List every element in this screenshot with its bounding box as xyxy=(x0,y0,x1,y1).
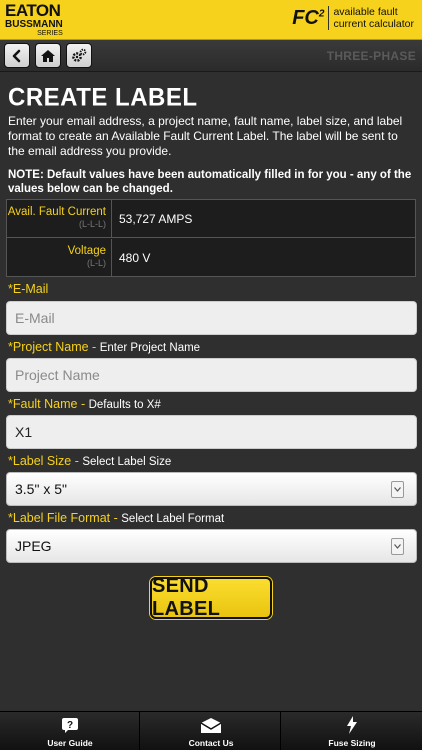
label-format-label-text: *Label File Format - xyxy=(8,511,118,525)
info-label-sub: (L-L) xyxy=(86,258,106,268)
project-name-hint: Enter Project Name xyxy=(99,342,201,354)
info-label-text: Voltage xyxy=(67,245,106,257)
settings-button[interactable] xyxy=(66,43,92,68)
app-mark: FC2 xyxy=(292,7,325,29)
label-format-label: *Label File Format - Select Label Format xyxy=(8,511,224,525)
info-label-sub: (L-L-L) xyxy=(78,219,106,229)
app-name-line1: available fault xyxy=(333,6,398,18)
app-name: FC2 available fault current calculator xyxy=(292,6,414,30)
info-label: Voltage (L-L) xyxy=(7,239,112,277)
app-name-text: available fault current calculator xyxy=(328,6,414,30)
app-name-line2: current calculator xyxy=(333,18,414,30)
project-name-label: *Project Name - Enter Project Name xyxy=(8,340,200,354)
label-size-label: *Label Size - Select Label Size xyxy=(8,454,171,468)
info-value: 480 V xyxy=(119,251,151,265)
info-value: 53,727 AMPS xyxy=(119,212,193,226)
label-format-select[interactable]: JPEG xyxy=(6,529,417,563)
info-row-fault-current: Avail. Fault Current (L-L-L) 53,727 AMPS xyxy=(7,200,415,238)
email-label: *E-Mail xyxy=(8,282,48,296)
info-label: Avail. Fault Current (L-L-L) xyxy=(7,200,112,238)
project-name-label-text: *Project Name - xyxy=(8,340,97,354)
tab-user-guide-label: User Guide xyxy=(47,738,93,748)
fault-name-field[interactable] xyxy=(6,415,417,449)
label-size-select[interactable]: 3.5" x 5" xyxy=(6,472,417,506)
fault-name-label: *Fault Name - Defaults to X# xyxy=(8,397,161,411)
email-field[interactable] xyxy=(6,301,417,335)
tab-user-guide[interactable]: ? User Guide xyxy=(0,712,140,750)
email-label-text: *E-Mail xyxy=(8,282,49,296)
send-label-button[interactable]: SEND LABEL xyxy=(150,575,272,620)
label-size-label-text: *Label Size - xyxy=(8,454,79,468)
chevron-down-icon xyxy=(391,481,404,498)
logo-brand: EATON xyxy=(5,1,61,20)
logo-line3: SERIES xyxy=(37,30,63,37)
info-table: Avail. Fault Current (L-L-L) 53,727 AMPS… xyxy=(6,199,416,277)
label-size-hint: Select Label Size xyxy=(82,456,172,468)
page-title: CREATE LABEL xyxy=(8,83,198,112)
intro-text: Enter your email address, a project name… xyxy=(8,114,403,158)
bottom-tab-bar: ? User Guide Contact Us Fuse Sizing xyxy=(0,711,422,750)
label-format-hint: Select Label Format xyxy=(121,513,225,525)
lightning-bolt-icon xyxy=(340,716,364,734)
project-name-field[interactable] xyxy=(6,358,417,392)
tab-fuse-sizing[interactable]: Fuse Sizing xyxy=(282,712,422,750)
label-format-value: JPEG xyxy=(15,538,52,554)
label-size-value: 3.5" x 5" xyxy=(15,481,67,497)
question-icon: ? xyxy=(58,716,82,734)
tab-contact-us-label: Contact Us xyxy=(188,738,234,748)
toolbar: THREE-PHASE xyxy=(0,40,422,72)
logo-line2: BUSSMANN xyxy=(5,19,63,30)
tab-fuse-sizing-label: Fuse Sizing xyxy=(328,738,376,748)
back-button[interactable] xyxy=(4,43,30,68)
mode-label: THREE-PHASE xyxy=(326,49,416,63)
home-icon xyxy=(41,49,55,62)
gear-icon xyxy=(72,48,87,62)
note-text: NOTE: Default values have been automatic… xyxy=(8,169,412,195)
back-arrow-icon xyxy=(12,49,21,62)
info-label-text: Avail. Fault Current xyxy=(7,206,106,218)
fault-name-hint: Defaults to X# xyxy=(88,399,161,411)
envelope-icon xyxy=(199,716,223,734)
svg-text:?: ? xyxy=(67,720,73,731)
info-row-voltage: Voltage (L-L) 480 V xyxy=(7,239,415,277)
home-button[interactable] xyxy=(35,43,61,68)
tab-contact-us[interactable]: Contact Us xyxy=(141,712,281,750)
app-header: EATON BUSSMANN SERIES FC2 available faul… xyxy=(0,0,422,40)
fault-name-label-text: *Fault Name - xyxy=(8,397,86,411)
create-label-form: CREATE LABEL Enter your email address, a… xyxy=(0,72,422,710)
eaton-bussmann-logo: EATON BUSSMANN SERIES xyxy=(5,2,63,37)
chevron-down-icon xyxy=(391,538,404,555)
